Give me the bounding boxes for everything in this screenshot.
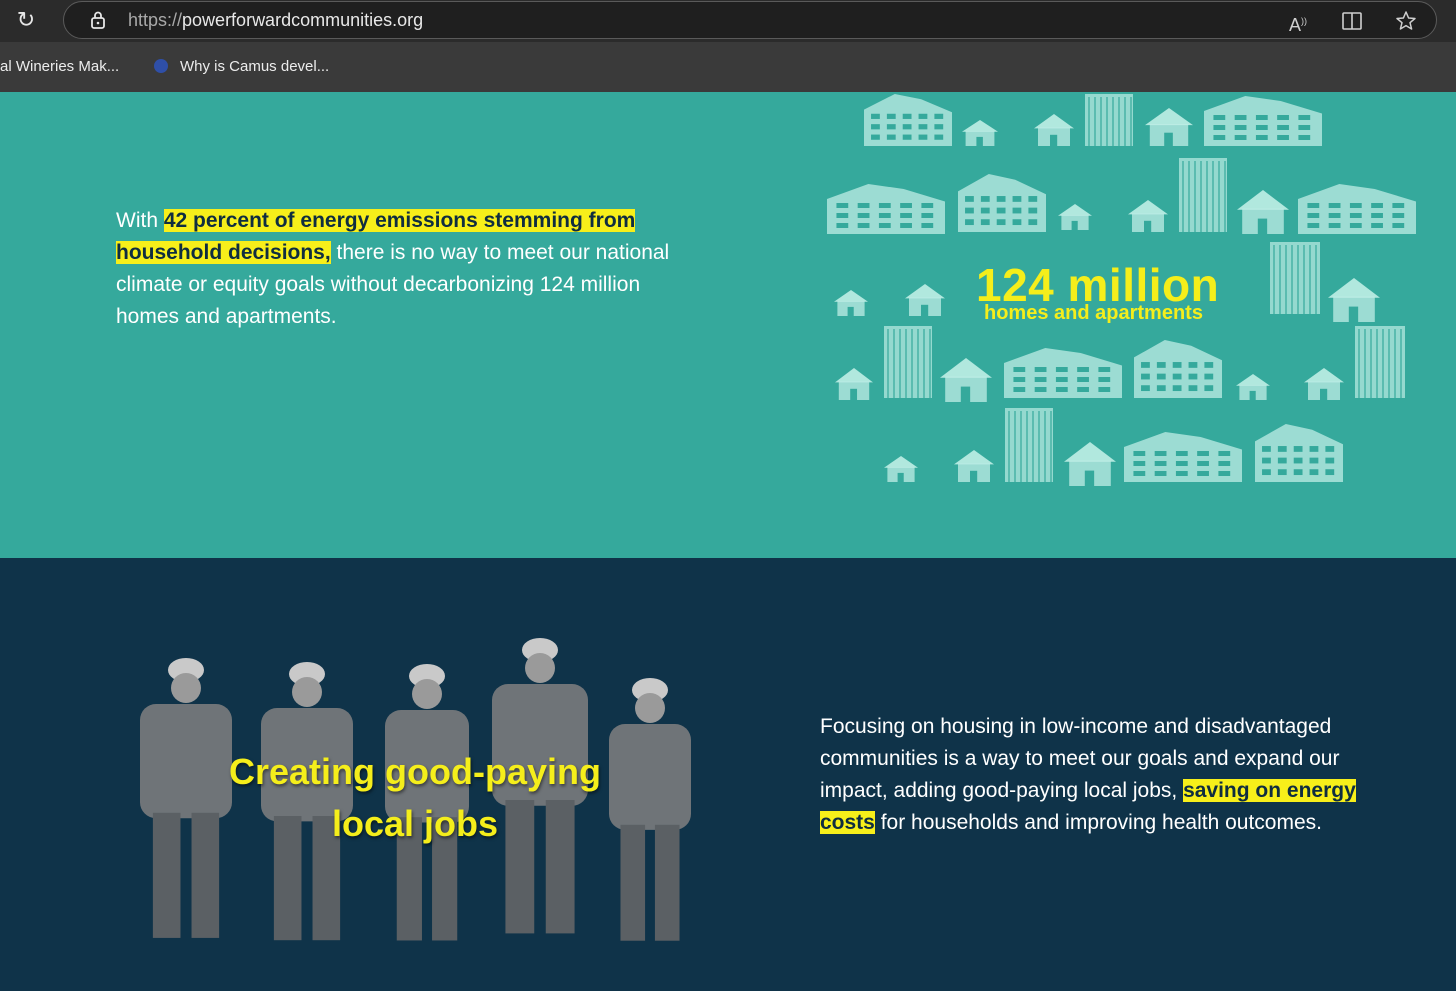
jobs-title-line2: local jobs bbox=[331, 803, 499, 844]
house-icon bbox=[1064, 442, 1116, 486]
favorite-star-icon[interactable] bbox=[1394, 9, 1418, 33]
house-icon bbox=[1237, 190, 1289, 234]
bookmark-camus[interactable]: Why is Camus devel... bbox=[154, 58, 329, 75]
apartment-icon bbox=[1004, 348, 1122, 398]
house-icon bbox=[884, 456, 918, 482]
tower-icon bbox=[1005, 408, 1053, 482]
apartment-icon bbox=[1204, 96, 1322, 146]
site-favicon-icon bbox=[154, 59, 168, 73]
apartment-icon bbox=[864, 94, 952, 146]
address-bar-row: ↻ https://powerforwardcommunities.org A)… bbox=[0, 0, 1456, 42]
read-aloud-icon[interactable]: A)) bbox=[1286, 9, 1310, 35]
house-icon bbox=[962, 120, 998, 146]
house-icon bbox=[1328, 278, 1380, 322]
house-icon bbox=[905, 284, 945, 316]
stat-label: homes and apartments bbox=[984, 302, 1203, 324]
jobs-paragraph: Focusing on housing in low-income and di… bbox=[820, 711, 1380, 839]
house-icon bbox=[1128, 200, 1168, 232]
house-icon bbox=[1304, 368, 1344, 400]
house-icon bbox=[954, 450, 994, 482]
reload-icon[interactable]: ↻ bbox=[12, 6, 40, 34]
apartment-icon bbox=[1255, 424, 1343, 482]
address-bar[interactable]: https://powerforwardcommunities.org A)) bbox=[63, 1, 1437, 39]
tower-icon bbox=[1355, 326, 1405, 398]
apartment-icon bbox=[958, 174, 1046, 232]
house-icon bbox=[835, 368, 873, 400]
jobs-image-title: Creating good-paying local jobs bbox=[180, 746, 650, 850]
tower-icon bbox=[1270, 242, 1320, 314]
url-scheme: https:// bbox=[128, 10, 183, 30]
jobs-text-after: for households and improving health outc… bbox=[874, 811, 1322, 834]
house-icon bbox=[1236, 374, 1270, 400]
apartment-icon bbox=[1134, 340, 1222, 398]
jobs-title-line1: Creating good-paying bbox=[229, 751, 601, 792]
emissions-paragraph: With 42 percent of energy emissions stem… bbox=[116, 205, 696, 333]
apartment-icon bbox=[1298, 184, 1416, 234]
apartment-icon bbox=[1124, 432, 1242, 482]
immersive-reader-icon[interactable] bbox=[1340, 9, 1364, 33]
browser-chrome: ↻ https://powerforwardcommunities.org A)… bbox=[0, 0, 1456, 92]
house-icon bbox=[834, 290, 868, 316]
url-host: powerforwardcommunities.org bbox=[182, 10, 424, 30]
house-icon bbox=[1034, 114, 1074, 146]
emissions-prefix: With bbox=[116, 209, 164, 232]
url-text[interactable]: https://powerforwardcommunities.org bbox=[128, 10, 423, 31]
bookmark-label: al Wineries Mak... bbox=[0, 58, 120, 75]
house-icon bbox=[1058, 204, 1092, 230]
tower-icon bbox=[884, 326, 932, 398]
house-icon bbox=[940, 358, 992, 402]
house-icon bbox=[1145, 108, 1193, 146]
tower-icon bbox=[1179, 158, 1227, 232]
tower-icon bbox=[1085, 94, 1133, 146]
apartment-icon bbox=[827, 184, 945, 234]
bookmark-label: Why is Camus devel... bbox=[180, 58, 330, 75]
bookmark-wineries[interactable]: al Wineries Mak... bbox=[0, 58, 119, 75]
lock-icon[interactable] bbox=[88, 10, 108, 30]
bookmarks-bar: al Wineries Mak... Why is Camus devel... bbox=[0, 42, 1456, 92]
